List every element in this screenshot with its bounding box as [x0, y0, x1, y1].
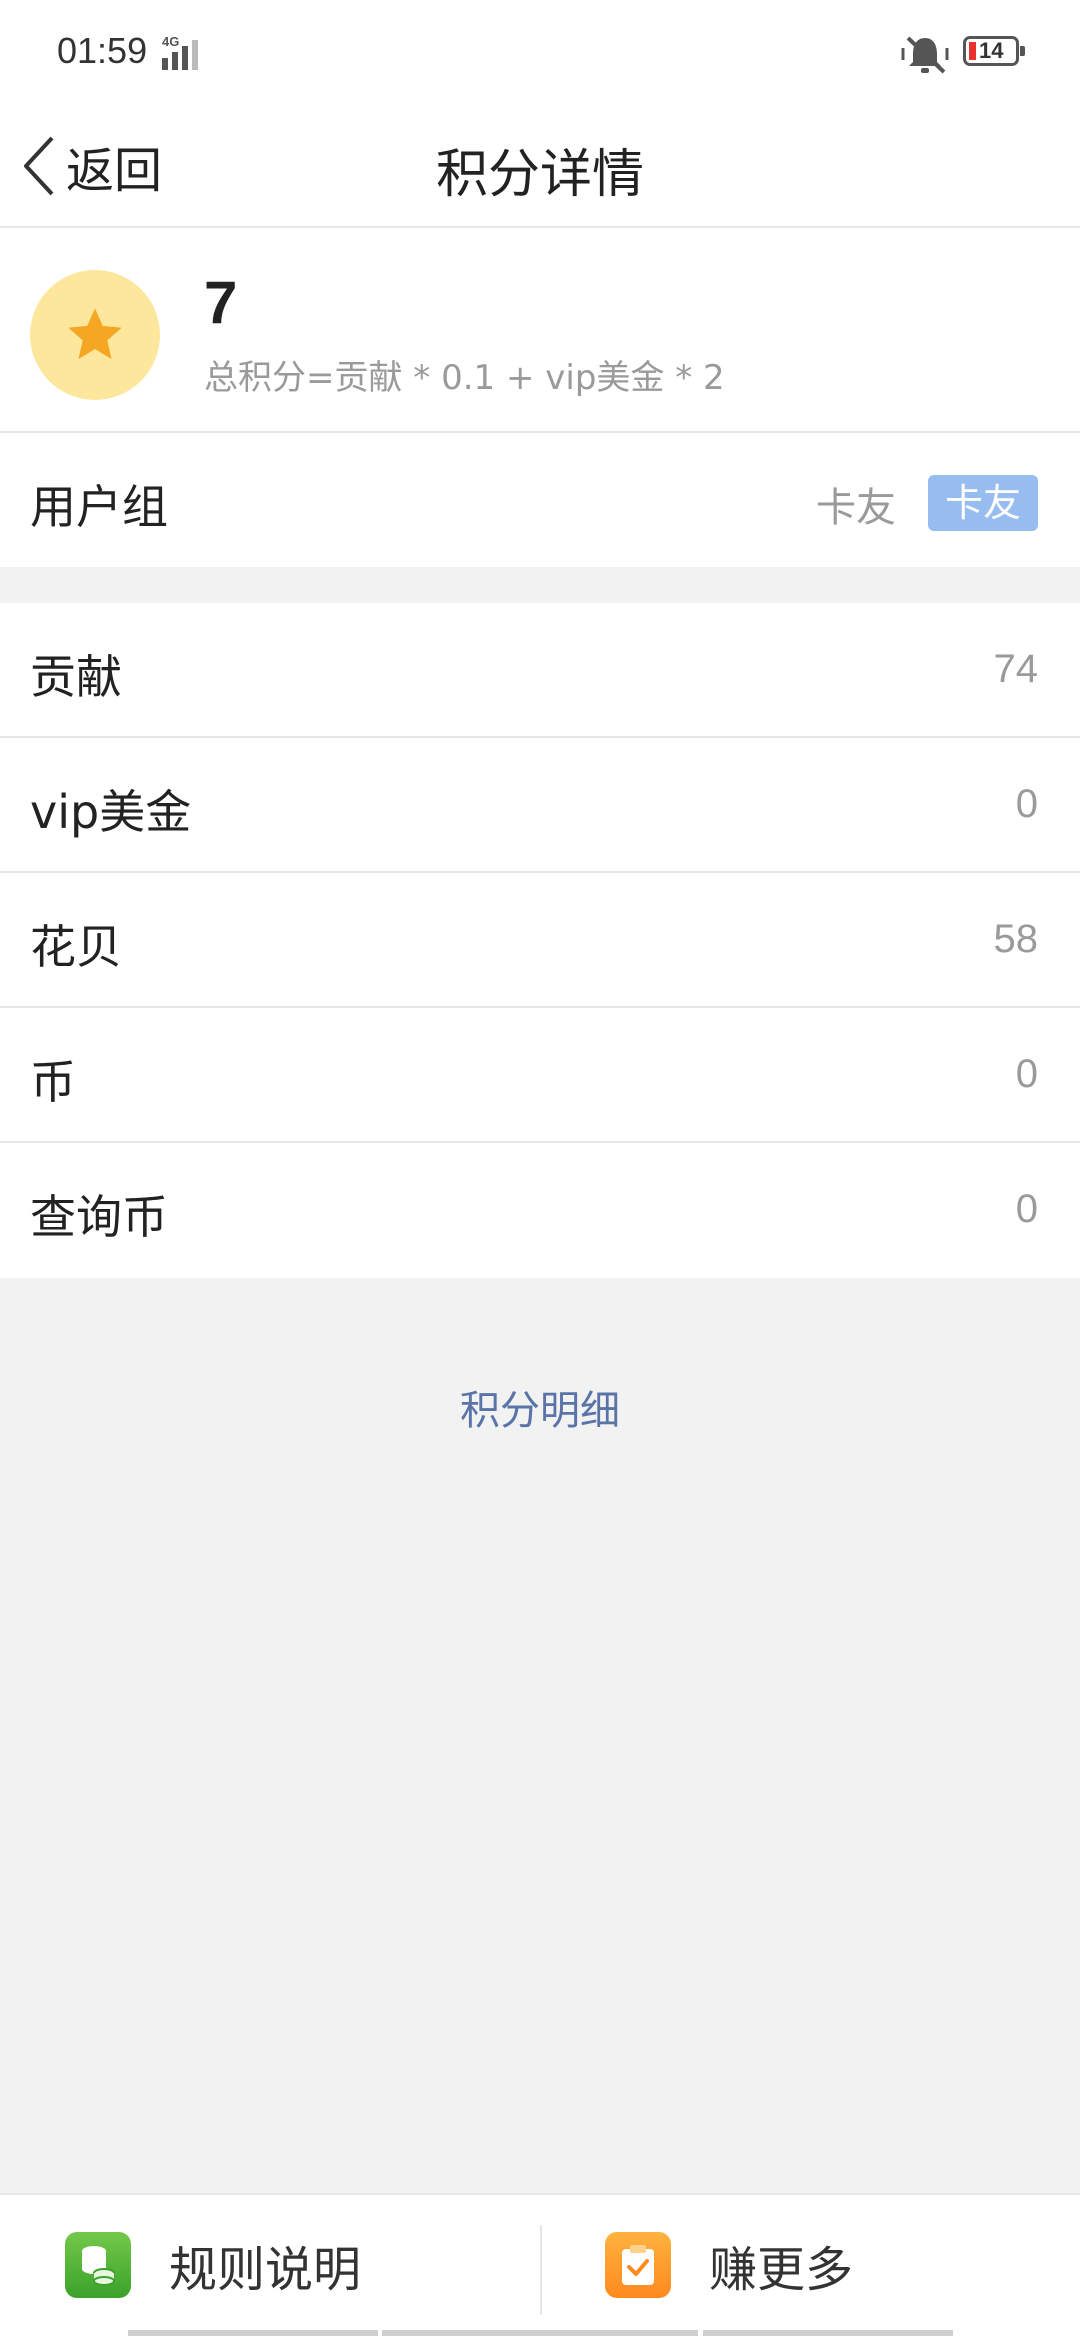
gesture-bar-center	[382, 2330, 698, 2336]
usergroup-label: 用户组	[30, 480, 168, 534]
signal-icon: 4G	[162, 34, 198, 70]
total-score: 7	[204, 269, 238, 336]
stat-label: 查询币	[30, 1190, 168, 1244]
stat-label: 花贝	[30, 920, 122, 974]
stat-label: 贡献	[30, 650, 122, 704]
battery-level: 14	[979, 38, 1004, 63]
nav-bar: 返回 积分详情	[0, 108, 1080, 228]
stat-value: 58	[993, 917, 1039, 961]
bottom-bar: 规则说明 赚更多	[0, 2193, 1080, 2340]
rules-label: 规则说明	[169, 2242, 362, 2298]
coins-icon	[65, 2232, 131, 2298]
points-summary: 7 总积分=贡献 * 0.1 + vip美金 * 2	[0, 228, 1080, 433]
gesture-bar-right	[703, 2330, 953, 2336]
network-type-label: 4G	[162, 34, 179, 49]
points-detail-link[interactable]: 积分明细	[0, 1378, 1080, 1436]
stats-list: 贡献 74 vip美金 0 花贝 58 币 0 查询币 0	[0, 603, 1080, 1278]
usergroup-value: 卡友	[816, 485, 896, 531]
usergroup-badge: 卡友	[928, 475, 1038, 531]
divider	[540, 2225, 542, 2315]
list-item: 贡献 74	[0, 603, 1080, 738]
clipboard-check-icon	[605, 2232, 671, 2298]
list-item: 币 0	[0, 1008, 1080, 1143]
list-item: vip美金 0	[0, 738, 1080, 873]
stat-label: vip美金	[30, 785, 192, 839]
stat-label: 币	[30, 1055, 76, 1109]
avatar	[30, 270, 160, 400]
stat-value: 74	[993, 647, 1039, 691]
list-item: 查询币 0	[0, 1143, 1080, 1278]
rules-button[interactable]: 规则说明	[65, 2225, 361, 2305]
usergroup-row: 用户组 卡友 卡友	[0, 433, 1080, 567]
gesture-bar-left	[128, 2330, 378, 2336]
battery-icon: 14	[963, 36, 1025, 66]
stat-value: 0	[1015, 1187, 1038, 1231]
status-time: 01:59	[57, 30, 148, 71]
score-formula: 总积分=贡献 * 0.1 + vip美金 * 2	[204, 358, 725, 398]
stat-value: 0	[1015, 782, 1038, 826]
page-title: 积分详情	[435, 145, 644, 205]
vibrate-mute-icon	[901, 36, 949, 74]
star-icon	[68, 308, 122, 359]
earn-more-button[interactable]: 赚更多	[605, 2225, 853, 2305]
earn-more-label: 赚更多	[709, 2242, 854, 2298]
stat-value: 0	[1015, 1052, 1038, 1096]
status-bar: 01:59 4G 14	[0, 0, 1080, 108]
list-item: 花贝 58	[0, 873, 1080, 1008]
